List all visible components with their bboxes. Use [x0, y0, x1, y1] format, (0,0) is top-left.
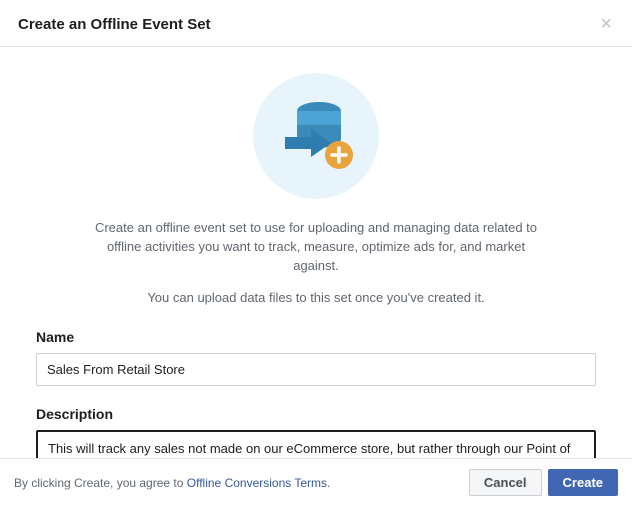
description-sub: You can upload data files to this set on…: [36, 290, 596, 305]
hero-icon-wrap: [36, 71, 596, 201]
terms-text: By clicking Create, you agree to Offline…: [14, 476, 330, 490]
create-button[interactable]: Create: [548, 469, 618, 496]
footer-buttons: Cancel Create: [469, 469, 618, 496]
name-label: Name: [36, 329, 596, 345]
cancel-button[interactable]: Cancel: [469, 469, 542, 496]
modal-header: Create an Offline Event Set ×: [0, 0, 632, 47]
database-add-icon: [251, 71, 381, 201]
modal-title: Create an Offline Event Set: [18, 16, 211, 33]
terms-link[interactable]: Offline Conversions Terms: [187, 476, 327, 490]
name-input[interactable]: [36, 353, 596, 386]
modal-footer: By clicking Create, you agree to Offline…: [0, 458, 632, 506]
close-button[interactable]: ×: [598, 14, 614, 34]
close-icon: ×: [600, 13, 612, 35]
modal-body: Create an offline event set to use for u…: [0, 47, 632, 511]
description-label: Description: [36, 406, 596, 422]
terms-prefix: By clicking Create, you agree to: [14, 476, 187, 490]
terms-suffix: .: [327, 476, 330, 490]
description-main: Create an offline event set to use for u…: [91, 219, 541, 276]
